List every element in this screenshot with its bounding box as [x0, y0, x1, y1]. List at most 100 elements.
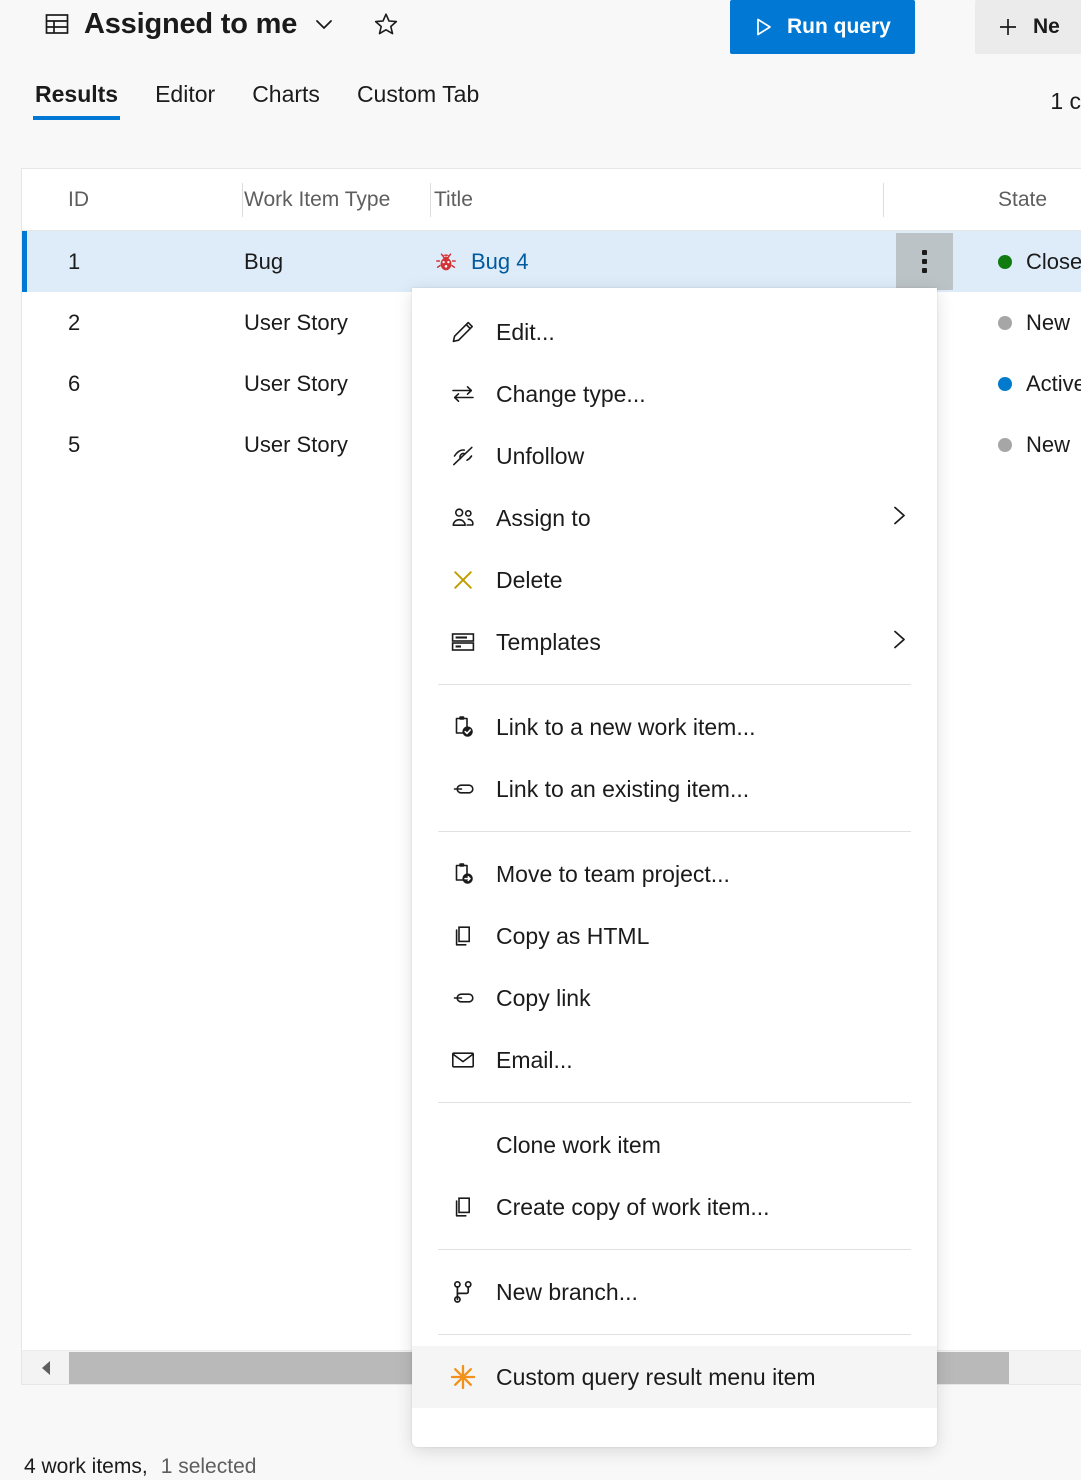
- link-icon: [440, 776, 486, 802]
- menu-item-label: Edit...: [496, 319, 555, 346]
- menu-item-custom-query-result[interactable]: Custom query result menu item: [412, 1346, 937, 1408]
- bug-icon: [434, 250, 458, 274]
- cell-state: New: [998, 414, 1070, 475]
- menu-item-new-branch[interactable]: New branch...: [412, 1261, 937, 1323]
- result-count-label: 1 c: [1050, 88, 1081, 115]
- menu-item-label: Link to an existing item...: [496, 776, 749, 803]
- menu-separator: [438, 684, 911, 685]
- grid-header-row: ID Work Item Type Title State: [22, 169, 1081, 231]
- column-divider[interactable]: [430, 183, 431, 217]
- menu-item-label: Create copy of work item...: [496, 1194, 770, 1221]
- more-vertical-icon: [922, 250, 927, 273]
- menu-item-assign-to[interactable]: Assign to: [412, 487, 937, 549]
- column-header-title[interactable]: Title: [434, 169, 473, 231]
- column-divider[interactable]: [242, 183, 243, 217]
- work-item-count: 4 work items,: [24, 1455, 148, 1479]
- query-results-page: Assigned to me Run query: [0, 0, 1081, 1480]
- cell-work-item-type: User Story: [244, 353, 348, 414]
- x-icon: [440, 567, 486, 593]
- play-icon: [752, 16, 774, 38]
- menu-item-label: Unfollow: [496, 443, 584, 470]
- menu-item-clone-work-item[interactable]: Clone work item: [412, 1114, 937, 1176]
- clipboard-check-icon: [440, 714, 486, 740]
- tab-custom-tab-label: Custom Tab: [357, 81, 479, 107]
- mail-icon: [440, 1047, 486, 1073]
- tab-list: Results Editor Charts Custom Tab: [33, 78, 481, 124]
- menu-item-label: New branch...: [496, 1279, 638, 1306]
- menu-item-unfollow[interactable]: Unfollow: [412, 425, 937, 487]
- pencil-icon: [440, 319, 486, 345]
- row-more-actions-button[interactable]: [896, 233, 953, 290]
- status-bar: 4 work items, 1 selected: [24, 1455, 256, 1479]
- menu-item-label: Copy as HTML: [496, 923, 649, 950]
- cell-id: 5: [68, 414, 80, 475]
- state-label: New: [1026, 432, 1070, 458]
- swap-icon: [440, 381, 486, 407]
- query-grid-icon: [44, 11, 70, 37]
- cell-work-item-type: User Story: [244, 414, 348, 475]
- tab-results-label: Results: [35, 81, 118, 107]
- eye-off-icon: [440, 443, 486, 469]
- cell-id: 1: [68, 231, 80, 292]
- new-work-item-button[interactable]: Ne: [975, 0, 1081, 54]
- tab-charts-label: Charts: [252, 81, 320, 107]
- tab-charts[interactable]: Charts: [250, 78, 322, 124]
- menu-item-email[interactable]: Email...: [412, 1029, 937, 1091]
- cell-state: New: [998, 292, 1070, 353]
- tab-editor-label: Editor: [155, 81, 215, 107]
- cell-title: Bug 4: [434, 231, 529, 292]
- chevron-right-icon: [891, 628, 909, 657]
- menu-item-copy-link[interactable]: Copy link: [412, 967, 937, 1029]
- templates-icon: [440, 629, 486, 655]
- table-row[interactable]: 1 Bug: [22, 231, 1081, 292]
- row-context-menu: Edit... Change type... Unfollow: [412, 288, 937, 1447]
- cell-id: 2: [68, 292, 80, 353]
- menu-item-copy-as-html[interactable]: Copy as HTML: [412, 905, 937, 967]
- state-label: New: [1026, 310, 1070, 336]
- menu-item-label: Clone work item: [496, 1132, 661, 1159]
- chevron-down-icon[interactable]: [313, 13, 335, 35]
- status-badge: [998, 377, 1012, 391]
- star-icon[interactable]: [373, 11, 399, 37]
- run-query-button[interactable]: Run query: [730, 0, 915, 54]
- menu-item-create-copy-of-work-item[interactable]: Create copy of work item...: [412, 1176, 937, 1238]
- column-header-state[interactable]: State: [998, 169, 1047, 231]
- new-work-item-label: Ne: [1033, 15, 1060, 39]
- state-label: Active: [1026, 371, 1081, 397]
- page-header: Assigned to me Run query: [0, 0, 1081, 72]
- menu-item-change-type[interactable]: Change type...: [412, 363, 937, 425]
- run-query-label: Run query: [787, 15, 891, 39]
- menu-item-move-to-team-project[interactable]: Move to team project...: [412, 843, 937, 905]
- column-header-id[interactable]: ID: [68, 169, 89, 231]
- menu-item-delete[interactable]: Delete: [412, 549, 937, 611]
- menu-item-templates[interactable]: Templates: [412, 611, 937, 673]
- tab-editor[interactable]: Editor: [153, 78, 217, 124]
- link-icon: [440, 985, 486, 1011]
- work-item-title-link[interactable]: Bug 4: [471, 249, 529, 275]
- menu-item-link-to-existing-item[interactable]: Link to an existing item...: [412, 758, 937, 820]
- menu-item-label: Copy link: [496, 985, 591, 1012]
- tab-custom-tab[interactable]: Custom Tab: [355, 78, 481, 124]
- caret-left-icon[interactable]: [22, 1351, 69, 1385]
- menu-separator: [438, 1249, 911, 1250]
- menu-item-label: Email...: [496, 1047, 573, 1074]
- menu-item-link-to-new-work-item[interactable]: Link to a new work item...: [412, 696, 937, 758]
- cell-id: 6: [68, 353, 80, 414]
- plus-icon: [997, 16, 1019, 38]
- column-header-work-item-type[interactable]: Work Item Type: [244, 169, 390, 231]
- status-badge: [998, 438, 1012, 452]
- clipboard-arrow-icon: [440, 861, 486, 887]
- page-title: Assigned to me: [84, 4, 297, 44]
- tab-results[interactable]: Results: [33, 78, 120, 124]
- asterisk-icon: [440, 1363, 486, 1391]
- menu-separator: [438, 831, 911, 832]
- selected-count: 1 selected: [161, 1455, 257, 1479]
- column-divider[interactable]: [883, 183, 884, 217]
- state-label: Closed: [1026, 249, 1081, 275]
- tab-bar: Results Editor Charts Custom Tab 1 c: [0, 78, 1081, 140]
- menu-item-label: Move to team project...: [496, 861, 730, 888]
- menu-item-label: Custom query result menu item: [496, 1364, 816, 1391]
- menu-item-edit[interactable]: Edit...: [412, 301, 937, 363]
- chevron-right-icon: [891, 504, 909, 533]
- cell-work-item-type: User Story: [244, 292, 348, 353]
